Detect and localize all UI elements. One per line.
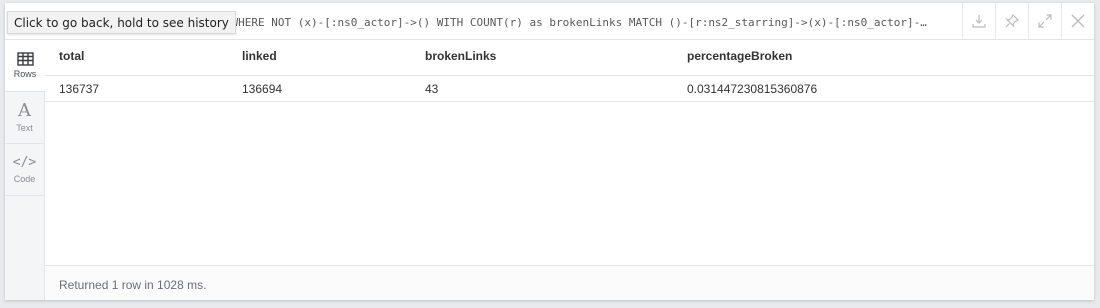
download-icon — [972, 15, 986, 28]
status-text: Returned 1 row in 1028 ms. — [59, 278, 207, 292]
result-frame: (x) WHERE NOT (x)-[:ns0_actor]->() WITH … — [5, 3, 1094, 300]
text-icon: A — [18, 100, 31, 121]
status-footer: Returned 1 row in 1028 ms. — [45, 265, 1094, 300]
pin-button[interactable] — [995, 3, 1028, 39]
expand-button[interactable] — [1028, 3, 1061, 39]
cell-percentagebroken: 0.031447230815360876 — [687, 82, 818, 96]
results-table: total linked brokenLinks percentageBroke… — [45, 40, 1094, 102]
header-actions — [962, 3, 1094, 39]
table-row: 136737 136694 43 0.031447230815360876 — [45, 76, 1094, 102]
column-header-percentagebroken: percentageBroken — [687, 49, 793, 63]
close-icon — [1071, 14, 1085, 28]
sidebar-label-rows: Rows — [13, 69, 37, 79]
code-icon: </> — [12, 155, 37, 170]
sidebar-item-code[interactable]: </> Code — [5, 144, 44, 196]
sidebar-label-code: Code — [13, 174, 36, 184]
view-sidebar: Rows A Text </> Code — [5, 40, 45, 300]
expand-icon — [1038, 14, 1052, 28]
table-icon — [16, 52, 34, 66]
sidebar-item-rows[interactable]: Rows — [5, 40, 45, 92]
table-header-row: total linked brokenLinks percentageBroke… — [45, 40, 1094, 76]
column-header-brokenlinks: brokenLinks — [425, 49, 497, 63]
query-text[interactable]: (x) WHERE NOT (x)-[:ns0_actor]->() WITH … — [205, 16, 927, 29]
cell-linked: 136694 — [242, 82, 283, 96]
column-header-total: total — [59, 49, 85, 63]
cell-total: 136737 — [59, 82, 100, 96]
pin-icon — [1005, 13, 1020, 28]
cell-brokenlinks: 43 — [425, 82, 439, 96]
history-tooltip: Click to go back, hold to see history — [7, 11, 236, 34]
sidebar-label-text: Text — [16, 123, 33, 133]
download-button[interactable] — [962, 3, 995, 39]
sidebar-item-text[interactable]: A Text — [5, 92, 44, 144]
column-header-linked: linked — [242, 49, 277, 63]
query-header: (x) WHERE NOT (x)-[:ns0_actor]->() WITH … — [5, 3, 1094, 40]
close-button[interactable] — [1061, 3, 1094, 39]
